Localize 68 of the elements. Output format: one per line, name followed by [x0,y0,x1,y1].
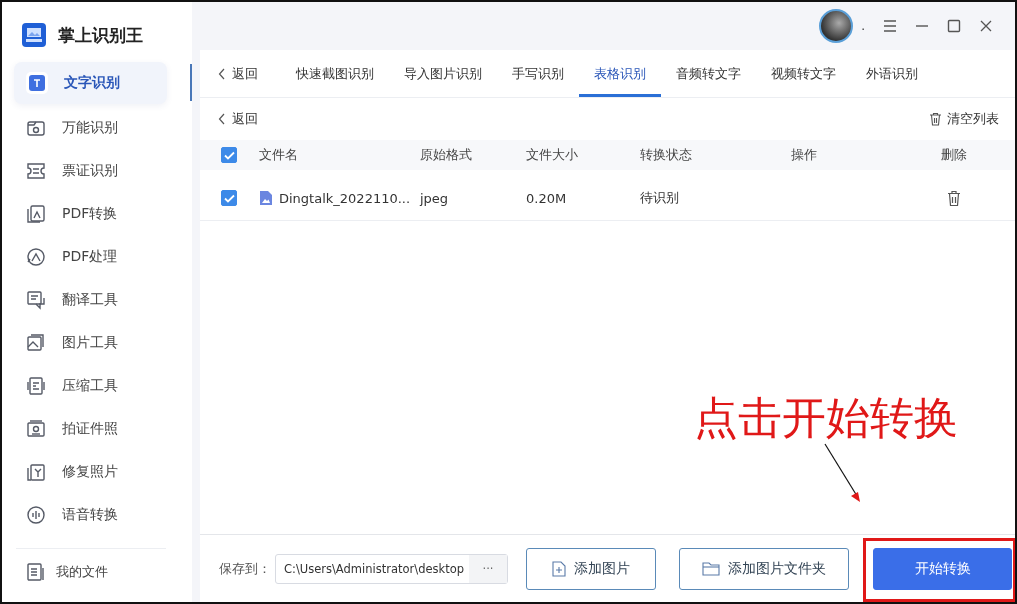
sidebar-item[interactable]: PDF处理 [14,238,167,276]
tab[interactable]: 手写识别 [497,53,579,97]
trash-icon[interactable] [947,189,961,207]
tab[interactable]: 外语识别 [851,53,933,97]
ticket-icon [26,161,46,181]
browse-button[interactable]: ··· [469,554,507,583]
sidebar-item[interactable]: 票证识别 [14,152,167,190]
file-name: Dingtalk_2022110... [279,190,411,206]
translate-icon [26,290,46,310]
column-header: 文件名 [259,146,299,164]
table-cell-text: 0.20M [526,190,568,206]
chevron-left-icon [218,67,226,80]
sidebar-item[interactable]: 压缩工具 [14,367,167,405]
column-header: 原始格式 [420,146,473,164]
sidebar-item[interactable]: 修复照片 [14,453,167,491]
sidebar-item[interactable]: 拍证件照 [14,410,167,448]
my-files-item[interactable]: 我的文件 [2,552,192,592]
sidebar-item[interactable]: 图片工具 [14,324,167,362]
sidebar-item[interactable]: PDF转换 [14,195,167,233]
add-file-icon [552,560,566,577]
add-image-button[interactable]: 添加图片 [526,547,656,590]
image-icon [26,333,46,353]
compress-icon [26,376,46,396]
save-path-field[interactable]: C:\Users\Administrator\desktop ··· [275,553,508,584]
sidebar-item[interactable]: 文字识别 [14,62,167,104]
tab[interactable]: 快速截图识别 [281,53,389,97]
app-logo-icon [22,23,46,47]
clear-list-button[interactable]: 清空列表 [929,110,999,128]
maximize-icon[interactable] [947,19,961,33]
sidebar-item[interactable]: 万能识别 [14,109,167,147]
folder-icon [702,561,720,576]
sidebar-item[interactable]: 语音转换 [14,496,167,534]
tab[interactable]: 视频转文字 [756,53,851,97]
annotation-text: 点击开始转换 [694,395,958,444]
app-title: 掌上识别王 [58,23,143,47]
id-photo-icon [26,419,46,439]
checkmark-icon [223,193,235,203]
photo-repair-icon [26,462,46,482]
sidebar-item[interactable]: 翻译工具 [14,281,167,319]
column-header: 操作 [791,146,818,164]
trash-icon [929,112,942,126]
menu-icon[interactable] [883,19,897,33]
table-cell-text: 待识别 [640,189,680,207]
user-name: . [861,19,865,33]
folder-icon [26,118,46,138]
column-header: 文件大小 [526,146,579,164]
add-folder-button[interactable]: 添加图片文件夹 [679,547,849,590]
table-cell-text: jpeg [420,190,450,206]
pdf-document-icon [26,204,46,224]
checkbox[interactable] [221,147,237,163]
checkbox[interactable] [221,190,237,206]
close-icon[interactable] [979,19,993,33]
back-link[interactable]: 返回 [218,50,258,97]
checkmark-icon [223,150,235,160]
image-file-icon [259,190,273,206]
user-avatar[interactable] [819,9,854,43]
tab[interactable]: 表格识别 [579,53,661,97]
tab[interactable]: 音频转文字 [661,53,756,97]
pdf-badge-icon [26,247,46,267]
start-convert-button[interactable]: 开始转换 [873,547,1012,590]
column-header: 删除 [941,146,968,164]
text-recognition-icon [29,75,45,91]
back-link[interactable]: 返回 [218,110,258,128]
column-header: 转换状态 [640,146,693,164]
voice-icon [26,505,46,525]
save-to-label: 保存到： [219,559,271,578]
chevron-left-icon [218,113,226,125]
tab[interactable]: 导入图片识别 [389,53,497,97]
